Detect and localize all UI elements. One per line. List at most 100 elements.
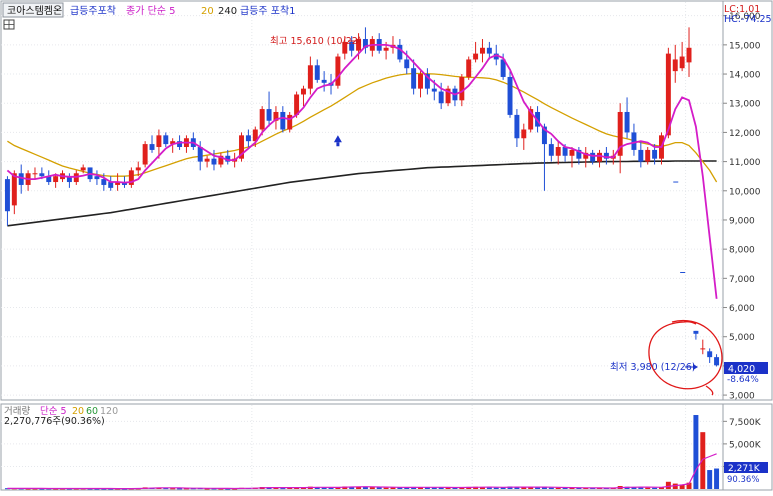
candle-body — [280, 111, 286, 130]
candle-body — [135, 167, 141, 171]
volume-bar — [707, 470, 713, 489]
volume-bar — [548, 487, 554, 489]
candle-body — [18, 173, 24, 185]
candle-body — [652, 149, 658, 159]
candle-body — [631, 132, 637, 150]
legend-ma240[interactable]: 240 — [218, 6, 237, 17]
stock-name: 코아스템켐온 — [7, 5, 62, 17]
candle-body — [383, 47, 389, 51]
candle-body — [486, 47, 492, 54]
volume-bar — [714, 468, 720, 489]
candle-body — [80, 167, 86, 171]
candle-body — [204, 158, 210, 162]
candle-body — [459, 76, 465, 101]
candle-body — [480, 47, 485, 54]
candle-body — [521, 129, 527, 139]
candle-body — [397, 44, 403, 60]
volume-bar — [493, 487, 499, 489]
legend-ma5[interactable]: 종가 단순 5 — [126, 5, 176, 17]
candle-body — [514, 114, 520, 139]
candle-body — [686, 47, 692, 63]
candle-body — [569, 149, 575, 156]
price-tick-label: 11,000 — [729, 158, 761, 168]
candle-body — [142, 144, 148, 165]
stock-chart-window: 16,000 15,000 14,000 13,000 12,000 11,000 10,0… — [0, 0, 773, 492]
candle-body — [307, 65, 313, 89]
candle-body — [473, 53, 479, 60]
volume-bar — [486, 487, 492, 489]
candle-body — [101, 179, 107, 185]
candle-body — [645, 149, 651, 162]
candle-body — [431, 88, 437, 92]
volume-bar — [383, 487, 389, 489]
candle-body — [438, 91, 444, 104]
candle-body — [287, 114, 293, 130]
price-pane — [0, 0, 724, 401]
volume-bar — [700, 432, 706, 489]
candle-body — [335, 56, 341, 86]
candle-body — [707, 351, 713, 358]
volume-tick-label: 7,500K — [729, 418, 762, 428]
candle-body — [714, 357, 720, 366]
candle-body — [672, 59, 678, 72]
price-tick-label: 7,000 — [729, 275, 755, 285]
volume-bar — [369, 487, 375, 489]
candle-body — [39, 173, 45, 177]
price-tick-label: 14,000 — [729, 71, 761, 81]
volume-bar — [665, 481, 671, 489]
price-tick-label: 6,000 — [729, 304, 755, 314]
candle-body — [53, 176, 59, 183]
volume-bar — [638, 487, 644, 489]
candle-body — [555, 147, 561, 156]
volume-bar — [280, 488, 286, 490]
current-change: -8.64% — [727, 375, 759, 385]
candle-body — [597, 152, 602, 162]
current-volume: 2,271K — [728, 464, 761, 474]
legend-rapid-rise[interactable]: 급등주포착 — [70, 5, 116, 17]
volume-bar — [652, 487, 658, 489]
candle-body — [211, 158, 217, 165]
price-tick-label: 9,000 — [729, 216, 755, 226]
volume-bar — [645, 487, 651, 489]
price-tick-label: 13,000 — [729, 100, 761, 110]
candle-body — [245, 135, 251, 142]
candle-body — [301, 88, 306, 95]
candle-body — [411, 68, 417, 89]
chart-svg: 16,00015,00014,00013,00012,00011,00010,0… — [0, 0, 773, 492]
current-price: 4,020 — [728, 364, 755, 375]
candle-body — [197, 147, 203, 162]
volume-bar — [535, 487, 541, 489]
buy-arrow-stem — [336, 142, 340, 147]
volume-bar — [170, 488, 176, 490]
candle-body — [163, 135, 169, 145]
candle-body — [700, 348, 706, 350]
price-tick-label: 5,000 — [729, 333, 755, 343]
price-tick-label: 3,000 — [729, 392, 755, 402]
price-tick-label: 15,000 — [729, 41, 761, 51]
candle-body — [466, 59, 472, 77]
candle-body — [693, 330, 699, 334]
candle-body — [590, 152, 596, 162]
candle-body — [321, 79, 327, 83]
candle-body — [418, 74, 423, 89]
candle-body — [11, 173, 17, 206]
candle-body — [562, 147, 568, 156]
candle-body — [156, 135, 162, 148]
candle-body — [149, 144, 155, 150]
candle-body — [259, 109, 265, 130]
candle-body — [638, 149, 644, 162]
volume-summary: 2,270,776주(90.36%) — [4, 416, 105, 427]
volume-tick-label: 5,000K — [729, 440, 762, 450]
candle-body — [314, 65, 320, 80]
volume-bar — [693, 415, 699, 489]
legend-ma20[interactable]: 20 — [201, 6, 214, 17]
price-tick-label: 8,000 — [729, 246, 755, 256]
volume-bar — [328, 487, 334, 489]
high-annotation: 최고 15,610 (10/22) — [270, 36, 362, 47]
candle-body — [507, 76, 513, 115]
legend-rapid-rise-1[interactable]: 급등주 포착1 — [240, 5, 296, 17]
current-volume-pct: 90.36% — [727, 475, 759, 485]
candle-body — [4, 179, 10, 212]
price-tick-label: 12,000 — [729, 129, 761, 139]
hc-readout: HC:-74.25 — [724, 14, 772, 25]
